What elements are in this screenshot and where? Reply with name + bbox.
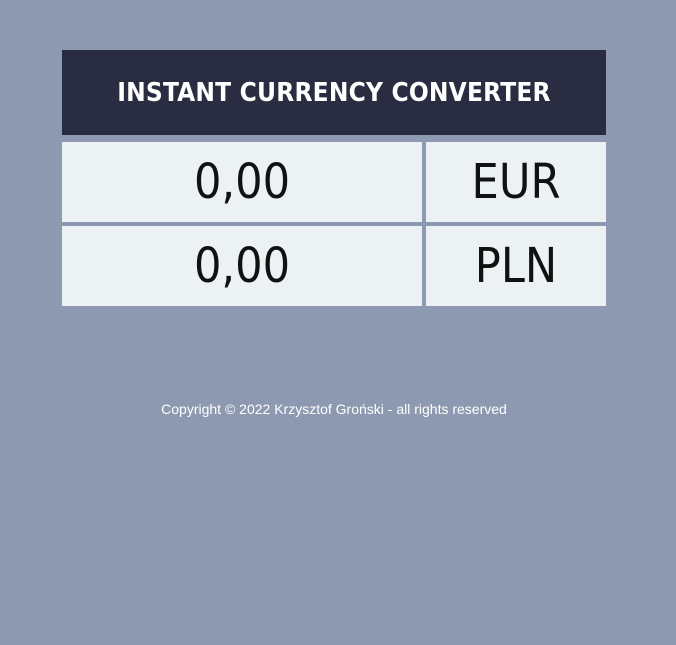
page-title: INSTANT CURRENCY CONVERTER: [117, 77, 551, 108]
converter-row-from: EUR: [62, 142, 606, 222]
converter-row-to: PLN: [62, 226, 606, 306]
currency-select-to[interactable]: PLN: [426, 226, 606, 306]
currency-select-from[interactable]: EUR: [426, 142, 606, 222]
copyright-footer: Copyright © 2022 Krzysztof Groński - all…: [161, 401, 507, 417]
converter-header: INSTANT CURRENCY CONVERTER: [62, 50, 606, 135]
amount-input-to[interactable]: [62, 226, 422, 306]
amount-input-from[interactable]: [62, 142, 422, 222]
currency-converter: INSTANT CURRENCY CONVERTER EUR PLN: [62, 50, 606, 306]
